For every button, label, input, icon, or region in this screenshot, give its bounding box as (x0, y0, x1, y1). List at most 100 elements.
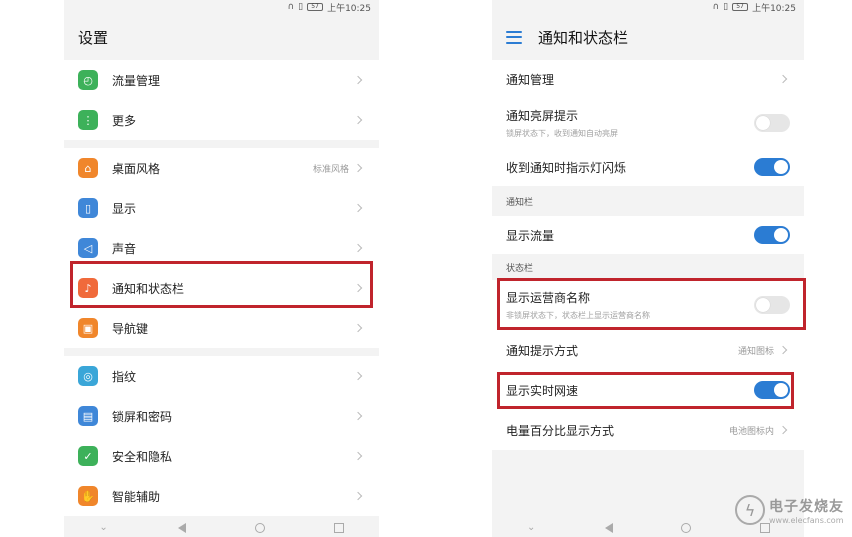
status-time: 上午10:25 (327, 3, 371, 14)
elecfans-logo-icon: ϟ (735, 495, 765, 525)
item-label: 电量百分比显示方式 (506, 423, 615, 438)
settings-item-display[interactable]: ▯ 显示 (64, 188, 379, 228)
headset-icon: ∩ (287, 1, 295, 12)
item-label: 显示运营商名称 (506, 291, 591, 305)
chevron-right-icon (353, 491, 363, 501)
chevron-right-icon (353, 451, 363, 461)
more-icon: ⋮ (78, 110, 98, 130)
settings-group-2: ⌂ 桌面风格 标准风格 ▯ 显示 ◁ 声音 ♪ 通知和状态栏 ▣ 导航键 (64, 148, 379, 348)
item-value: 电池图标内 (728, 426, 774, 437)
settings-item-home-style[interactable]: ⌂ 桌面风格 标准风格 (64, 148, 379, 188)
status-bar-group: 显示运营商名称 非锁屏状态下，状态栏上显示运营商名称 通知提示方式 通知图标 显… (492, 280, 804, 450)
sound-icon: ◁ (78, 238, 98, 258)
settings-item-label: 导航键 (112, 321, 149, 336)
settings-item-label: 流量管理 (112, 73, 161, 88)
chevron-right-icon (353, 371, 363, 381)
screen-on-notify-item[interactable]: 通知亮屏提示 锁屏状态下，收到通知自动亮屏 (492, 98, 804, 148)
settings-group-3: ◎ 指纹 ▤ 锁屏和密码 ✓ 安全和隐私 ✋ 智能辅助 (64, 356, 379, 516)
settings-group-1: ◴ 流量管理 ⋮ 更多 (64, 60, 379, 140)
notification-bar-group: 显示流量 (492, 216, 804, 254)
settings-item-fingerprint[interactable]: ◎ 指纹 (64, 356, 379, 396)
item-label: 收到通知时指示灯闪烁 (506, 160, 627, 175)
battery-percent-item[interactable]: 电量百分比显示方式 电池图标内 (492, 410, 804, 450)
display-icon: ▯ (78, 198, 98, 218)
settings-item-label: 桌面风格 (112, 161, 161, 176)
sim-icon: ▯ (723, 1, 729, 12)
notification-settings-screen: ∩ ▯ 57 上午10:25 通知和状态栏 通知管理 通知亮屏提示 锁屏状态下，… (492, 0, 804, 537)
home-icon: ⌂ (78, 158, 98, 178)
settings-item-lock-screen[interactable]: ▤ 锁屏和密码 (64, 396, 379, 436)
settings-item-label: 声音 (112, 241, 137, 256)
notification-group: 通知管理 通知亮屏提示 锁屏状态下，收到通知自动亮屏 收到通知时指示灯闪烁 (492, 60, 804, 186)
back-icon[interactable] (177, 523, 186, 533)
chevron-right-icon (353, 115, 363, 125)
settings-item-label: 通知和状态栏 (112, 281, 185, 296)
settings-item-label: 指纹 (112, 369, 137, 384)
battery-icon: 57 (732, 3, 749, 11)
chevron-right-icon (353, 163, 363, 173)
item-label: 通知提示方式 (506, 343, 579, 358)
collapse-nav-icon[interactable]: ⌄ (526, 523, 536, 533)
chevron-right-icon (778, 74, 788, 84)
chevron-right-icon (353, 283, 363, 293)
battery-icon: 57 (307, 3, 324, 11)
system-nav-bar: ⌄ (64, 519, 379, 537)
screen-on-toggle[interactable] (754, 114, 790, 132)
settings-item-sound[interactable]: ◁ 声音 (64, 228, 379, 268)
item-label: 显示实时网速 (506, 383, 579, 398)
menu-icon[interactable] (506, 30, 522, 44)
home-nav-icon[interactable] (681, 523, 692, 533)
chevron-right-icon (353, 203, 363, 213)
led-blink-toggle[interactable] (754, 158, 790, 176)
show-traffic-toggle[interactable] (754, 226, 790, 244)
watermark-cn: 电子发烧友 (769, 498, 844, 515)
back-icon[interactable] (604, 523, 613, 533)
app-bar: 通知和状态栏 (492, 14, 804, 60)
item-label: 通知亮屏提示 (506, 109, 579, 123)
carrier-name-item[interactable]: 显示运营商名称 非锁屏状态下，状态栏上显示运营商名称 (492, 280, 804, 330)
chevron-right-icon (778, 425, 788, 435)
shield-icon: ✓ (78, 446, 98, 466)
bell-icon: ♪ (78, 278, 98, 298)
page-title: 设置 (78, 28, 109, 47)
settings-item-label: 显示 (112, 201, 137, 216)
net-speed-toggle[interactable] (754, 381, 790, 399)
status-bar: ∩ ▯ 57 上午10:25 (492, 0, 804, 14)
settings-item-nav-key[interactable]: ▣ 导航键 (64, 308, 379, 348)
notification-style-item[interactable]: 通知提示方式 通知图标 (492, 330, 804, 370)
settings-item-notifications[interactable]: ♪ 通知和状态栏 (64, 268, 379, 308)
sim-icon: ▯ (298, 1, 304, 12)
watermark: ϟ 电子发烧友 www.elecfans.com (735, 495, 844, 525)
chevron-right-icon (353, 323, 363, 333)
show-traffic-item[interactable]: 显示流量 (492, 216, 804, 254)
settings-item-data-usage[interactable]: ◴ 流量管理 (64, 60, 379, 100)
chevron-right-icon (778, 345, 788, 355)
collapse-nav-icon[interactable]: ⌄ (99, 523, 109, 533)
settings-item-label: 更多 (112, 113, 137, 128)
net-speed-item[interactable]: 显示实时网速 (492, 370, 804, 410)
item-value: 通知图标 (737, 346, 774, 357)
lock-icon: ▤ (78, 406, 98, 426)
fingerprint-icon: ◎ (78, 366, 98, 386)
hand-icon: ✋ (78, 486, 98, 506)
recents-icon[interactable] (334, 523, 345, 533)
item-description: 非锁屏状态下，状态栏上显示运营商名称 (506, 311, 650, 320)
watermark-url: www.elecfans.com (769, 515, 844, 525)
settings-item-label: 锁屏和密码 (112, 409, 173, 424)
data-usage-icon: ◴ (78, 70, 98, 90)
led-blink-item[interactable]: 收到通知时指示灯闪烁 (492, 148, 804, 186)
home-nav-icon[interactable] (255, 523, 266, 533)
settings-screen: ∩ ▯ 57 上午10:25 设置 ◴ 流量管理 ⋮ 更多 ⌂ 桌面风格 标准风… (64, 0, 379, 537)
settings-item-label: 安全和隐私 (112, 449, 173, 464)
section-header-status-bar: 状态栏 (492, 254, 804, 280)
settings-item-security[interactable]: ✓ 安全和隐私 (64, 436, 379, 476)
item-description: 锁屏状态下，收到通知自动亮屏 (506, 129, 618, 138)
notification-manage-item[interactable]: 通知管理 (492, 60, 804, 98)
carrier-name-toggle[interactable] (754, 296, 790, 314)
headset-icon: ∩ (712, 1, 720, 12)
settings-item-smart-assist[interactable]: ✋ 智能辅助 (64, 476, 379, 516)
chevron-right-icon (353, 243, 363, 253)
settings-item-more[interactable]: ⋮ 更多 (64, 100, 379, 140)
item-label: 显示流量 (506, 228, 555, 243)
status-bar: ∩ ▯ 57 上午10:25 (64, 0, 379, 14)
